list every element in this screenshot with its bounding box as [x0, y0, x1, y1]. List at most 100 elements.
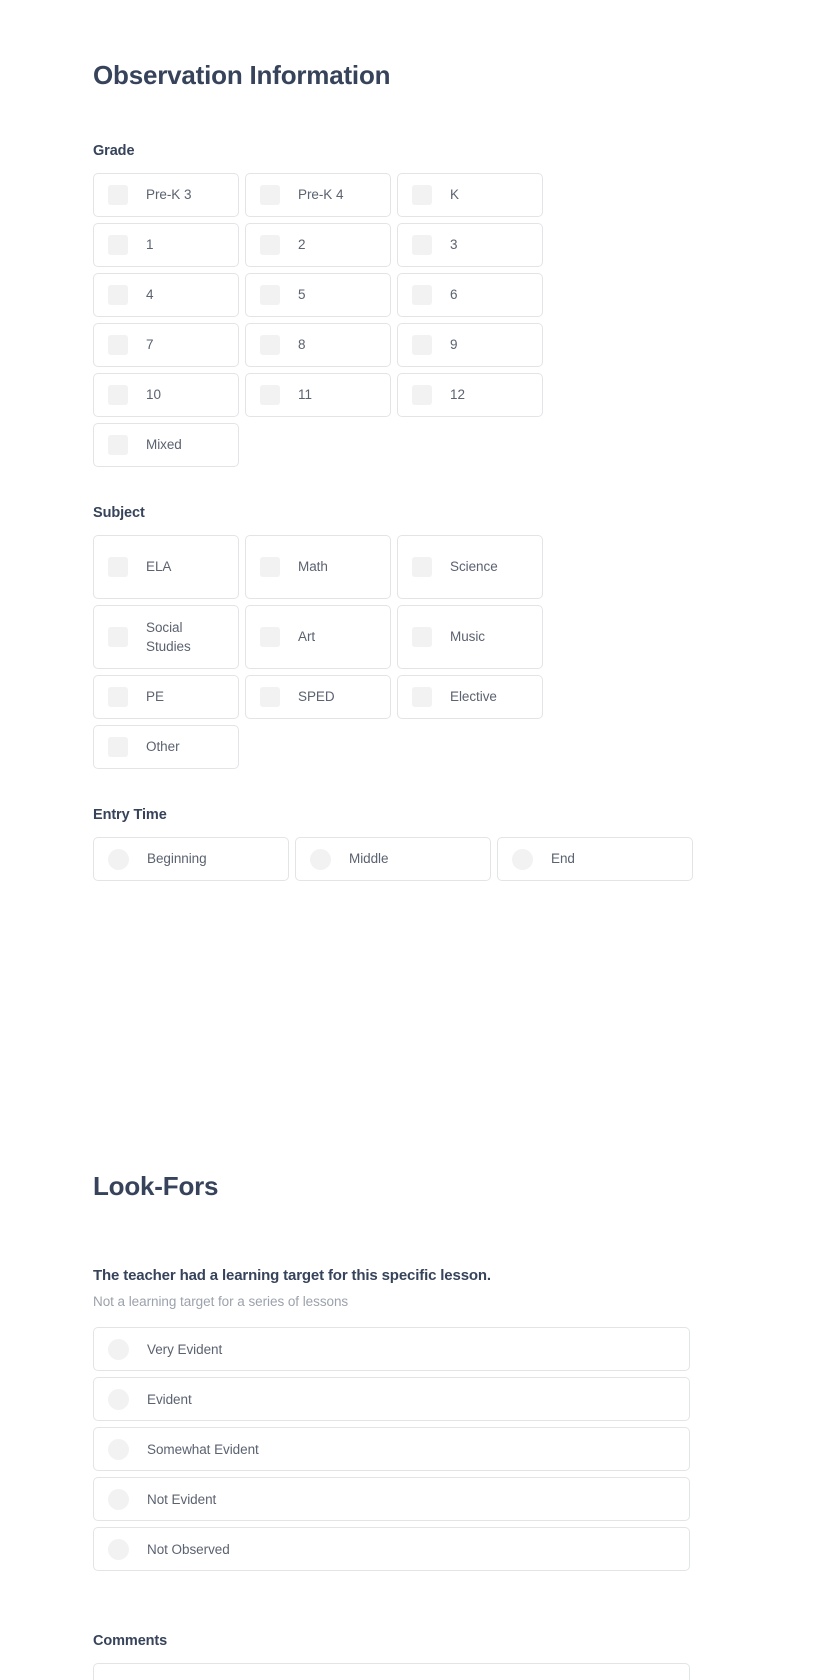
checkbox-icon[interactable]: [108, 627, 128, 648]
checkbox-icon[interactable]: [260, 627, 280, 648]
grade-option[interactable]: Pre-K 3: [93, 173, 239, 218]
subject-option[interactable]: Elective: [397, 675, 543, 720]
look-for-option-label: Not Observed: [147, 1541, 230, 1557]
grade-option[interactable]: Pre-K 4: [245, 173, 391, 218]
grade-option[interactable]: 10: [93, 373, 239, 418]
grade-option-label: 1: [146, 237, 154, 253]
comments-section-label: Comments: [93, 1633, 168, 1650]
grade-option[interactable]: 1: [93, 223, 239, 268]
radio-icon[interactable]: [108, 1488, 129, 1510]
checkbox-icon[interactable]: [108, 737, 128, 758]
checkbox-icon[interactable]: [260, 285, 280, 306]
checkbox-icon[interactable]: [412, 627, 432, 648]
radio-icon[interactable]: [108, 1438, 129, 1460]
checkbox-icon[interactable]: [412, 235, 432, 256]
subject-option[interactable]: Other: [93, 725, 239, 770]
radio-icon[interactable]: [108, 1538, 129, 1560]
subject-option-label: Other: [146, 739, 180, 755]
question-title: The teacher had a learning target for th…: [93, 1267, 491, 1285]
grade-option-label: 6: [450, 287, 458, 303]
radio-icon[interactable]: [512, 848, 533, 870]
subject-option[interactable]: Art: [245, 605, 391, 670]
checkbox-icon[interactable]: [108, 285, 128, 306]
checkbox-icon[interactable]: [260, 235, 280, 256]
look-for-option[interactable]: Somewhat Evident: [93, 1427, 690, 1472]
subject-option[interactable]: SPED: [245, 675, 391, 720]
checkbox-icon[interactable]: [260, 687, 280, 708]
grade-option-label: 10: [146, 387, 161, 403]
entry-time-option[interactable]: End: [497, 837, 693, 882]
look-for-option[interactable]: Evident: [93, 1377, 690, 1422]
grade-option-label: 9: [450, 337, 458, 353]
grade-options-grid: Pre-K 3 Pre-K 4 K 1 2 3 4 5 6 7 8 9 10 11 12 Mixed: [93, 173, 693, 468]
grade-section-label: Grade: [93, 143, 135, 160]
subject-options-grid: ELA Math Science Social Studies Art Music PE SP…: [93, 535, 693, 770]
entry-time-option-label: End: [551, 851, 575, 867]
entry-time-option[interactable]: Beginning: [93, 837, 289, 882]
entry-time-section-label: Entry Time: [93, 807, 167, 824]
subject-option[interactable]: Social Studies: [93, 605, 239, 670]
checkbox-icon[interactable]: [260, 385, 280, 406]
subject-option-label: Art: [298, 629, 316, 645]
checkbox-icon[interactable]: [412, 687, 432, 708]
radio-icon[interactable]: [108, 848, 129, 870]
subject-option-label: ELA: [146, 559, 172, 575]
comments-textarea[interactable]: [93, 1663, 690, 1680]
checkbox-icon[interactable]: [108, 185, 128, 206]
subject-option[interactable]: Math: [245, 535, 391, 600]
look-for-option-label: Very Evident: [147, 1341, 223, 1357]
grade-option-label: 3: [450, 237, 458, 253]
grade-option-label: K: [450, 187, 459, 203]
look-for-option-label: Not Evident: [147, 1491, 217, 1507]
checkbox-icon[interactable]: [108, 335, 128, 356]
subject-option[interactable]: PE: [93, 675, 239, 720]
checkbox-icon[interactable]: [260, 185, 280, 206]
grade-option[interactable]: 2: [245, 223, 391, 268]
grade-option-label: 2: [298, 237, 306, 253]
grade-option-label: Mixed: [146, 437, 182, 453]
grade-option[interactable]: 4: [93, 273, 239, 318]
subject-option-label: Social Studies: [146, 619, 191, 655]
grade-option-label: 12: [450, 387, 465, 403]
checkbox-icon[interactable]: [260, 335, 280, 356]
grade-option-label: 7: [146, 337, 154, 353]
grade-option-label: Pre-K 4: [298, 187, 344, 203]
checkbox-icon[interactable]: [108, 385, 128, 406]
grade-option[interactable]: 11: [245, 373, 391, 418]
subject-option[interactable]: ELA: [93, 535, 239, 600]
checkbox-icon[interactable]: [260, 557, 280, 578]
checkbox-icon[interactable]: [108, 235, 128, 256]
grade-option[interactable]: 7: [93, 323, 239, 368]
grade-option[interactable]: 12: [397, 373, 543, 418]
checkbox-icon[interactable]: [108, 435, 128, 456]
observation-form-page: Observation Information Grade Pre-K 3 Pre…: [0, 0, 840, 1680]
grade-option[interactable]: 6: [397, 273, 543, 318]
grade-option[interactable]: 5: [245, 273, 391, 318]
radio-icon[interactable]: [310, 848, 331, 870]
look-for-option[interactable]: Not Evident: [93, 1477, 690, 1522]
checkbox-icon[interactable]: [412, 385, 432, 406]
checkbox-icon[interactable]: [108, 687, 128, 708]
grade-option[interactable]: K: [397, 173, 543, 218]
subject-option[interactable]: Music: [397, 605, 543, 670]
look-for-option[interactable]: Very Evident: [93, 1327, 690, 1372]
look-for-option-label: Evident: [147, 1391, 192, 1407]
look-for-option[interactable]: Not Observed: [93, 1527, 690, 1572]
checkbox-icon[interactable]: [108, 557, 128, 578]
subject-option-label: SPED: [298, 689, 335, 705]
question-subtitle: Not a learning target for a series of le…: [93, 1293, 349, 1309]
grade-option[interactable]: 9: [397, 323, 543, 368]
grade-option[interactable]: Mixed: [93, 423, 239, 468]
checkbox-icon[interactable]: [412, 185, 432, 206]
entry-time-option[interactable]: Middle: [295, 837, 491, 882]
grade-option-label: Pre-K 3: [146, 187, 192, 203]
checkbox-icon[interactable]: [412, 335, 432, 356]
checkbox-icon[interactable]: [412, 285, 432, 306]
radio-icon[interactable]: [108, 1338, 129, 1360]
radio-icon[interactable]: [108, 1388, 129, 1410]
page-title-observation-information: Observation Information: [93, 60, 391, 90]
checkbox-icon[interactable]: [412, 557, 432, 578]
grade-option[interactable]: 8: [245, 323, 391, 368]
grade-option[interactable]: 3: [397, 223, 543, 268]
subject-option[interactable]: Science: [397, 535, 543, 600]
